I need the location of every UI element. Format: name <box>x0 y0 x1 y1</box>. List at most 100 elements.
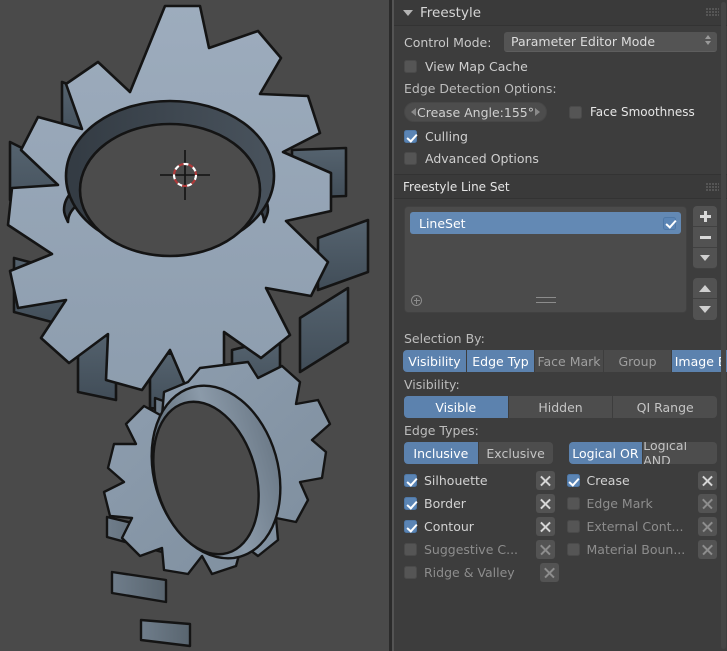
control-mode-value: Parameter Editor Mode <box>511 34 656 49</box>
lineset-item-name: LineSet <box>419 215 466 231</box>
tab-visibility[interactable]: Visibility <box>403 350 467 372</box>
edge-type-contour[interactable]: Contour <box>404 517 555 536</box>
advanced-options-row[interactable]: Advanced Options <box>404 151 717 166</box>
arrow-down-icon <box>699 306 711 313</box>
edge-type-suggestive-contour[interactable]: Suggestive C... <box>404 540 555 559</box>
crease-angle-field[interactable]: Crease Angle:155° <box>404 102 547 122</box>
edge-mark-exclude-button[interactable] <box>698 494 717 513</box>
freestyle-panel-body: Control Mode: Parameter Editor Mode View… <box>394 26 727 174</box>
chevron-down-icon <box>700 255 710 261</box>
contour-checkbox[interactable] <box>404 520 417 533</box>
lineset-move-down-button[interactable] <box>693 299 717 320</box>
option-logical-or[interactable]: Logical OR <box>568 442 644 464</box>
visibility-option-visible[interactable]: Visible <box>404 396 509 418</box>
lineset-move-up-button[interactable] <box>693 278 717 299</box>
lineset-list[interactable]: LineSet <box>404 206 687 313</box>
ridge-valley-checkbox[interactable] <box>404 566 417 579</box>
material-boundary-label: Material Boun... <box>586 542 686 557</box>
gear-object-bottom <box>102 360 332 648</box>
3d-viewport[interactable] <box>0 0 389 651</box>
blender-window: Freestyle Control Mode: Parameter Editor… <box>0 0 727 651</box>
crease-exclude-button[interactable] <box>698 471 717 490</box>
inclusive-exclusive-toggle: Inclusive Exclusive <box>404 442 553 464</box>
visibility-option-hidden[interactable]: Hidden <box>508 396 614 418</box>
logical-toggle: Logical OR Logical AND <box>568 442 717 464</box>
silhouette-label: Silhouette <box>424 473 488 488</box>
ridge-valley-exclude-button[interactable] <box>540 563 559 582</box>
lineset-panel-header[interactable]: Freestyle Line Set <box>394 174 727 199</box>
border-checkbox[interactable] <box>404 497 417 510</box>
edge-types-grid: Silhouette Crease Border Edge Mark Conto… <box>404 471 717 582</box>
silhouette-checkbox[interactable] <box>404 474 417 487</box>
lineset-item-enable-checkbox[interactable] <box>663 216 676 230</box>
culling-label: Culling <box>425 129 468 144</box>
option-exclusive[interactable]: Exclusive <box>478 442 553 464</box>
properties-panel: Freestyle Control Mode: Parameter Editor… <box>394 0 727 651</box>
view-map-cache-checkbox[interactable] <box>404 60 417 73</box>
advanced-options-checkbox[interactable] <box>404 152 417 165</box>
selection-section: Selection By: Visibility Edge Typ Face M… <box>394 320 727 582</box>
option-inclusive[interactable]: Inclusive <box>404 442 479 464</box>
edge-type-material-boundary[interactable]: Material Boun... <box>566 540 717 559</box>
culling-checkbox[interactable] <box>404 130 417 143</box>
view-map-cache-row[interactable]: View Map Cache <box>404 59 717 74</box>
edge-type-silhouette[interactable]: Silhouette <box>404 471 555 490</box>
border-label: Border <box>424 496 466 511</box>
edge-type-row: Silhouette Crease <box>404 471 717 490</box>
contour-exclude-button[interactable] <box>535 517 555 536</box>
material-boundary-checkbox[interactable] <box>566 543 580 556</box>
external-contour-exclude-button[interactable] <box>698 517 717 536</box>
tab-image-border[interactable]: Image Bor <box>672 350 727 372</box>
edge-type-border[interactable]: Border <box>404 494 555 513</box>
freestyle-panel-header[interactable]: Freestyle <box>394 0 727 26</box>
edge-type-crease[interactable]: Crease <box>566 471 717 490</box>
edge-type-row: Ridge & Valley <box>404 563 717 582</box>
lineset-add-button[interactable] <box>693 206 717 227</box>
advanced-options-label: Advanced Options <box>425 151 539 166</box>
external-contour-checkbox[interactable] <box>566 520 580 533</box>
decrement-arrow-icon[interactable] <box>411 108 416 116</box>
drag-grip-icon[interactable] <box>706 8 719 17</box>
suggestive-contour-exclude-button[interactable] <box>535 540 555 559</box>
edge-type-edge-mark[interactable]: Edge Mark <box>566 494 717 513</box>
dropdown-arrows-icon <box>705 35 711 45</box>
control-mode-dropdown[interactable]: Parameter Editor Mode <box>504 32 717 52</box>
selection-by-tabs: Visibility Edge Typ Face Mark Group Imag… <box>403 350 727 372</box>
culling-row[interactable]: Culling <box>404 129 717 144</box>
tab-face-marks[interactable]: Face Mark <box>535 350 604 372</box>
contour-label: Contour <box>424 519 474 534</box>
edge-types-label: Edge Types: <box>404 423 479 438</box>
option-logical-and[interactable]: Logical AND <box>643 442 717 464</box>
freestyle-panel-title: Freestyle <box>420 4 482 21</box>
external-contour-label: External Cont... <box>586 519 684 534</box>
lineset-specials-button[interactable] <box>693 248 717 269</box>
ridge-valley-label: Ridge & Valley <box>424 565 515 580</box>
list-add-icon[interactable] <box>411 295 422 306</box>
visibility-options: Visible Hidden QI Range <box>404 396 717 418</box>
tab-group[interactable]: Group <box>604 350 672 372</box>
material-boundary-exclude-button[interactable] <box>698 540 717 559</box>
tab-edge-types[interactable]: Edge Typ <box>467 350 535 372</box>
increment-arrow-icon[interactable] <box>535 108 540 116</box>
face-smoothness-checkbox[interactable] <box>569 105 582 119</box>
edge-type-ridge-valley[interactable]: Ridge & Valley <box>404 563 559 582</box>
lineset-remove-button[interactable] <box>693 227 717 248</box>
silhouette-exclude-button[interactable] <box>535 471 555 490</box>
suggestive-contour-checkbox[interactable] <box>404 543 417 556</box>
button-gap <box>693 269 717 278</box>
arrow-up-icon <box>699 284 711 292</box>
crease-label: Crease <box>586 473 630 488</box>
collapse-triangle-icon[interactable] <box>403 9 413 16</box>
border-exclude-button[interactable] <box>535 494 555 513</box>
control-mode-row: Control Mode: Parameter Editor Mode <box>404 32 717 52</box>
edge-type-external-contour[interactable]: External Cont... <box>566 517 717 536</box>
visibility-option-qi-range[interactable]: QI Range <box>613 396 717 418</box>
crease-checkbox[interactable] <box>566 474 580 487</box>
edge-type-row: Border Edge Mark <box>404 494 717 513</box>
panel-scrollbar[interactable] <box>721 2 726 649</box>
list-resize-grip-icon[interactable] <box>535 297 556 303</box>
control-mode-label: Control Mode: <box>404 34 492 50</box>
edge-mark-checkbox[interactable] <box>566 497 580 510</box>
lineset-list-item[interactable]: LineSet <box>410 212 681 234</box>
drag-grip-icon-2[interactable] <box>706 183 719 192</box>
